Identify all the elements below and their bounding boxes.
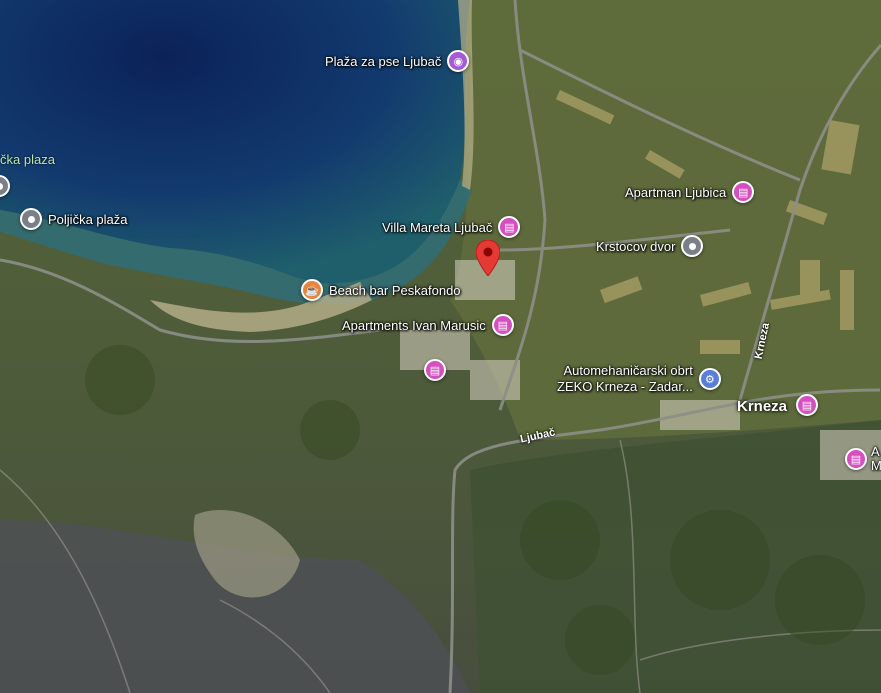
camera-icon: ◉ [447,50,470,72]
poi-krstocov-dvor[interactable]: Krstocov dvor [596,235,704,257]
poi-label: Beach bar Peskafondo [329,282,461,298]
satellite-map[interactable]: čka plaza Poljička plaža Plaža za pse Lj… [0,0,881,693]
poi-label-line2: ZEKO Krneza - Zadar... [557,379,693,394]
poi-beach-bar-peskafondo[interactable]: ☕ Beach bar Peskafondo [301,279,461,301]
cafe-icon: ☕ [301,279,323,301]
poi-label: Apartman Ljubica [625,184,727,200]
poi-apartments-ivan-marusic[interactable]: Apartments Ivan Marusic ▤ [342,314,514,336]
town-label-krneza: Krneza [737,398,788,415]
satellite-imagery [0,0,881,693]
edge-label-m: M [871,458,881,473]
poi-label-line1: Automehaničarski obrt [563,363,693,378]
place-dot-icon [0,175,10,197]
poi-label: Plaža za pse Ljubač [325,53,442,69]
bed-icon: ▤ [732,181,755,203]
poi-krneza-hotel[interactable]: ▤ [796,394,818,416]
edge-label-a: A [871,444,880,459]
poi-apartman-ljubica[interactable]: Apartman Ljubica ▤ [625,181,755,203]
bed-icon: ▤ [498,216,521,238]
red-location-pin-icon[interactable] [476,240,500,276]
bed-icon: ▤ [491,314,514,336]
poi-poljicka-plaza[interactable]: Poljička plaža [20,208,128,230]
poi-label: Poljička plaža [48,211,128,227]
poi-plaza-za-pse[interactable]: Plaža za pse Ljubač ◉ [325,50,470,72]
poi-label: A M [871,445,881,473]
bed-icon: ▤ [845,448,867,470]
poi-automehanicarski-obrt[interactable]: Automehaničarski obrt ZEKO Krneza - Zada… [557,363,721,395]
poi-label: Krstocov dvor [596,238,676,254]
poi-hotel-unlabeled[interactable]: ▤ [424,359,446,381]
bed-icon: ▤ [424,359,446,381]
poi-label: Villa Mareta Ljubač [382,219,493,235]
bed-icon: ▤ [796,394,818,416]
place-dot-icon [20,208,42,230]
poi-villa-mareta[interactable]: Villa Mareta Ljubač ▤ [382,216,521,238]
poi-edge-hotel[interactable]: ▤ A M [845,445,881,473]
poi-label: Apartments Ivan Marusic [342,317,486,333]
partial-beach-label: čka plaza [0,152,55,167]
partial-beach-pin[interactable] [0,175,10,197]
place-dot-icon [681,235,704,257]
poi-label: Automehaničarski obrt ZEKO Krneza - Zada… [557,363,693,395]
car-repair-icon: ⚙ [698,368,721,390]
